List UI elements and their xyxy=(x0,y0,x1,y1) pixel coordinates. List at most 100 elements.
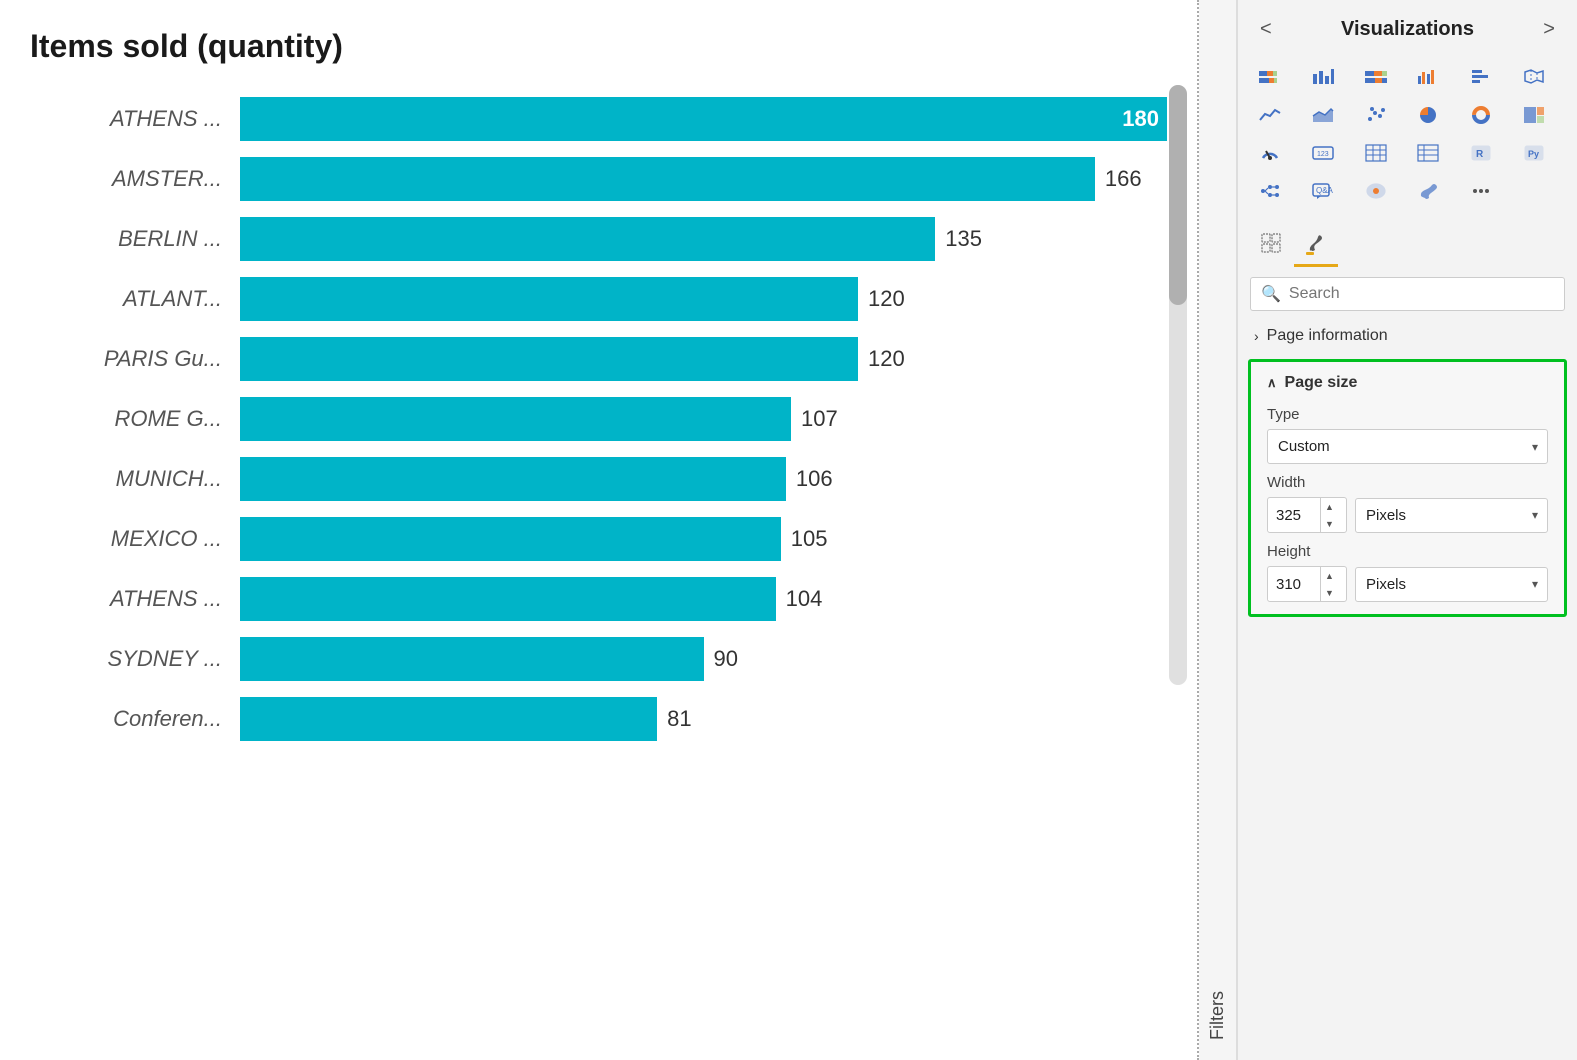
bar-container: 90 xyxy=(240,637,1167,681)
viz-nav-prev[interactable]: < xyxy=(1254,16,1278,43)
bar xyxy=(240,457,786,501)
filters-tab[interactable]: Filters xyxy=(1199,0,1237,1060)
page-size-header[interactable]: ∧ Page size xyxy=(1267,374,1548,392)
viz-icon-donut-chart[interactable] xyxy=(1461,97,1501,133)
bar-label: BERLIN ... xyxy=(30,226,240,252)
svg-text:Py: Py xyxy=(1528,149,1539,159)
bar-row: SYDNEY ... 90 xyxy=(30,633,1167,685)
chart-area: ATHENS ...180AMSTER...166BERLIN ...135AT… xyxy=(30,93,1167,745)
bar-value-outside: 107 xyxy=(801,406,838,432)
bar-value-outside: 135 xyxy=(945,226,982,252)
bar-value-outside: 81 xyxy=(667,706,691,732)
bar xyxy=(240,577,776,621)
width-unit-select[interactable]: Pixels Inches Centimeters xyxy=(1355,498,1548,533)
bar xyxy=(240,217,935,261)
viz-icon-paint[interactable] xyxy=(1408,173,1448,209)
viz-icon-matrix[interactable] xyxy=(1408,135,1448,171)
viz-icon-area-chart[interactable] xyxy=(1303,97,1343,133)
bar-value-inside: 180 xyxy=(1122,106,1159,132)
format-paint-tab[interactable] xyxy=(1294,223,1338,267)
viz-icon-decomp[interactable] xyxy=(1250,173,1290,209)
bar-row: PARIS Gu... 120 xyxy=(30,333,1167,385)
page-information-label: Page information xyxy=(1267,327,1388,345)
bar xyxy=(240,397,791,441)
viz-nav-next[interactable]: > xyxy=(1537,16,1561,43)
viz-icon-bar-chart[interactable] xyxy=(1303,59,1343,95)
viz-icon-more[interactable] xyxy=(1461,173,1501,209)
svg-text:R: R xyxy=(1476,149,1484,160)
bar xyxy=(240,277,858,321)
height-unit-select[interactable]: Pixels Inches Centimeters xyxy=(1355,567,1548,602)
viz-icon-map-chart[interactable] xyxy=(1514,59,1554,95)
bar-label: MUNICH... xyxy=(30,466,240,492)
bar-row: ATHENS ... 104 xyxy=(30,573,1167,625)
svg-text:123: 123 xyxy=(1317,151,1329,158)
width-unit-wrapper[interactable]: Pixels Inches Centimeters ▾ xyxy=(1355,498,1548,533)
height-row: ▲ ▼ Pixels Inches Centimeters ▾ xyxy=(1267,566,1548,602)
height-spinner[interactable]: ▲ ▼ xyxy=(1320,567,1338,601)
type-dropdown-wrapper[interactable]: 16:9 4:3 Letter Custom ▾ xyxy=(1267,429,1548,464)
viz-icon-scatter[interactable] xyxy=(1356,97,1396,133)
viz-icon-table[interactable] xyxy=(1356,135,1396,171)
format-build-tab[interactable] xyxy=(1250,223,1294,267)
bar-label: ATHENS ... xyxy=(30,106,240,132)
bar-value-outside: 120 xyxy=(868,346,905,372)
bar-value-outside: 90 xyxy=(714,646,738,672)
bar-container: 81 xyxy=(240,697,1167,741)
height-decrement[interactable]: ▼ xyxy=(1321,584,1338,601)
viz-icon-horizontal-bar[interactable] xyxy=(1461,59,1501,95)
bar-container: 106 xyxy=(240,457,1167,501)
viz-icon-pie-chart[interactable] xyxy=(1408,97,1448,133)
bar-label: ATHENS ... xyxy=(30,586,240,612)
viz-icon-stacked-bar[interactable] xyxy=(1250,59,1290,95)
width-input-wrapper[interactable]: ▲ ▼ xyxy=(1267,497,1347,533)
scrollbar[interactable] xyxy=(1169,85,1187,685)
bar-container: 107 xyxy=(240,397,1167,441)
viz-icon-line-chart[interactable] xyxy=(1250,97,1290,133)
bar-value-outside: 120 xyxy=(868,286,905,312)
bar-label: ROME G... xyxy=(30,406,240,432)
width-input[interactable] xyxy=(1268,500,1320,531)
bar-label: AMSTER... xyxy=(30,166,240,192)
bar-row: MUNICH...106 xyxy=(30,453,1167,505)
height-unit-wrapper[interactable]: Pixels Inches Centimeters ▾ xyxy=(1355,567,1548,602)
viz-icon-treemap[interactable] xyxy=(1514,97,1554,133)
search-box[interactable]: 🔍 xyxy=(1250,277,1565,311)
svg-text:Q&A: Q&A xyxy=(1316,186,1334,195)
bar-container: 104 xyxy=(240,577,1167,621)
chart-panel: Items sold (quantity) ATHENS ...180AMSTE… xyxy=(0,0,1199,1060)
viz-icon-gauge[interactable] xyxy=(1250,135,1290,171)
type-select[interactable]: 16:9 4:3 Letter Custom xyxy=(1267,429,1548,464)
width-spinner[interactable]: ▲ ▼ xyxy=(1320,498,1338,532)
height-input-wrapper[interactable]: ▲ ▼ xyxy=(1267,566,1347,602)
bar-value-outside: 104 xyxy=(786,586,823,612)
bar-container: 120 xyxy=(240,277,1167,321)
bar-row: BERLIN ... 135 xyxy=(30,213,1167,265)
viz-icon-python-visual[interactable]: Py xyxy=(1514,135,1554,171)
viz-icon-qa[interactable]: Q&A xyxy=(1303,173,1343,209)
viz-icon-r-visual[interactable]: R xyxy=(1461,135,1501,171)
viz-icon-map-filled[interactable] xyxy=(1356,173,1396,209)
bar xyxy=(240,697,657,741)
viz-icons-grid: 123 R Py Q&A xyxy=(1238,55,1577,217)
bar-container: 105 xyxy=(240,517,1167,561)
viz-header: < Visualizations > xyxy=(1238,0,1577,55)
width-increment[interactable]: ▲ xyxy=(1321,498,1338,515)
viz-icon-100pct-bar[interactable] xyxy=(1356,59,1396,95)
bar-label: PARIS Gu... xyxy=(30,346,240,372)
bar-label: Conferen... xyxy=(30,706,240,732)
search-input[interactable] xyxy=(1289,285,1554,303)
height-increment[interactable]: ▲ xyxy=(1321,567,1338,584)
width-decrement[interactable]: ▼ xyxy=(1321,515,1338,532)
height-input[interactable] xyxy=(1268,569,1320,600)
width-row: ▲ ▼ Pixels Inches Centimeters ▾ xyxy=(1267,497,1548,533)
width-label: Width xyxy=(1267,474,1548,491)
scrollbar-thumb[interactable] xyxy=(1169,85,1187,305)
page-information-section[interactable]: › Page information xyxy=(1238,319,1577,353)
page-size-label: Page size xyxy=(1285,374,1358,392)
type-label: Type xyxy=(1267,406,1548,423)
bar-label: SYDNEY ... xyxy=(30,646,240,672)
bar-label: ATLANT... xyxy=(30,286,240,312)
viz-icon-grouped-bar[interactable] xyxy=(1408,59,1448,95)
viz-icon-card[interactable]: 123 xyxy=(1303,135,1343,171)
